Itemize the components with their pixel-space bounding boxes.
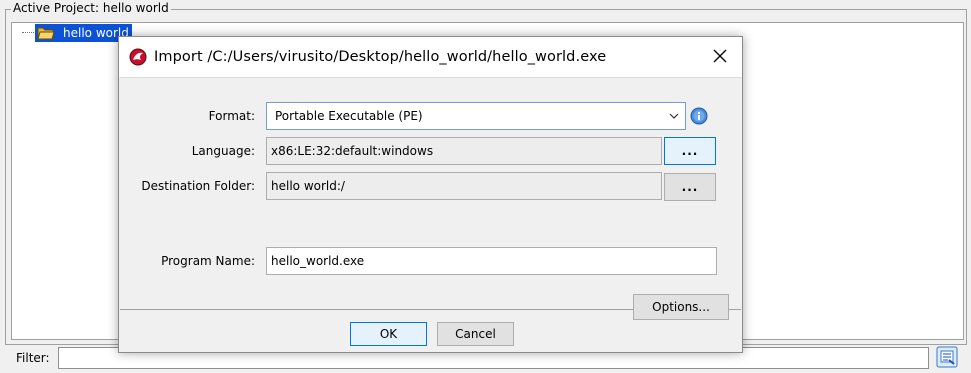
dialog-content: Format: Portable Executable (PE) Languag… <box>120 77 741 320</box>
cancel-button[interactable]: Cancel <box>437 322 514 346</box>
dialog-title: Import /C:/Users/virusito/Desktop/hello_… <box>154 49 607 65</box>
destination-folder-field: hello world:/ <box>266 172 662 200</box>
ghidra-dragon-icon <box>129 48 147 66</box>
tree-connector-line <box>22 32 34 33</box>
info-icon[interactable] <box>690 107 708 125</box>
destination-browse-button[interactable]: ... <box>664 173 716 201</box>
format-label: Format: <box>208 109 255 123</box>
active-project-legend: Active Project: hello world <box>11 1 171 15</box>
folder-open-icon <box>37 27 55 40</box>
chevron-down-icon[interactable] <box>663 103 685 129</box>
close-icon[interactable] <box>711 47 729 65</box>
filter-label: Filter: <box>16 351 50 365</box>
program-name-label: Program Name: <box>161 254 255 268</box>
filter-clear-icon[interactable] <box>936 346 958 368</box>
program-name-input[interactable]: hello_world.exe <box>266 247 717 275</box>
dialog-titlebar[interactable]: Import /C:/Users/virusito/Desktop/hello_… <box>119 37 742 77</box>
ok-button[interactable]: OK <box>350 322 427 346</box>
format-value: Portable Executable (PE) <box>275 109 423 123</box>
options-button[interactable]: Options... <box>633 294 729 320</box>
language-field: x86:LE:32:default:windows <box>266 137 662 165</box>
format-select[interactable]: Portable Executable (PE) <box>266 102 686 130</box>
language-label: Language: <box>191 144 255 158</box>
language-select-button[interactable]: ... <box>664 137 716 165</box>
destination-folder-label: Destination Folder: <box>141 179 255 193</box>
import-dialog: Import /C:/Users/virusito/Desktop/hello_… <box>118 36 743 353</box>
